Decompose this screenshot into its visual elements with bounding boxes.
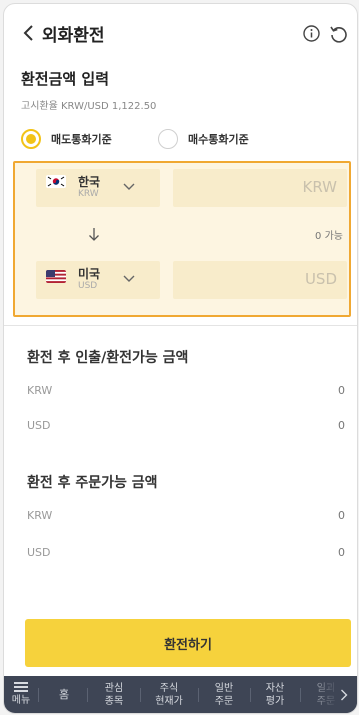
phone-frame: 외화환전 환전금액 입력 고시환율 KRW/USD 1,122.50 매도통화기…: [3, 3, 358, 714]
row-value: 0: [338, 419, 345, 432]
tab-separator: [38, 688, 39, 702]
page-title: 외화환전: [42, 26, 105, 46]
exchange-rate-label: 고시환율 KRW/USD 1,122.50: [21, 101, 157, 112]
tab-label-line1: 주식: [159, 682, 179, 694]
order-row-krw: KRW 0: [27, 509, 345, 529]
radio-buy-basis[interactable]: 매수통화기준: [158, 127, 249, 151]
order-row-usd: USD 0: [27, 546, 345, 566]
tab-home-label: 홈: [58, 688, 70, 701]
korea-flag-icon: [46, 175, 66, 188]
tab-label-line1: 자산: [265, 682, 285, 694]
to-currency-select[interactable]: 미국 USD: [36, 261, 160, 299]
row-value: 0: [338, 384, 345, 397]
chevron-down-icon: [123, 275, 135, 282]
tab-label-line2: 종목: [104, 695, 124, 707]
from-currency-code: KRW: [78, 189, 99, 199]
tab-menu-label: 메뉴: [11, 695, 31, 706]
chevron-down-icon: [123, 183, 135, 190]
from-amount-input[interactable]: KRW: [173, 169, 347, 207]
radio-selected-indicator: [21, 129, 41, 149]
to-currency-code: USD: [78, 281, 98, 291]
tab-separator: [87, 688, 88, 702]
chevron-right-icon[interactable]: [340, 689, 348, 701]
tab-asset-eval[interactable]: 자산 평가: [254, 676, 296, 713]
basis-radio-group: 매도통화기준 매수통화기준: [21, 127, 341, 151]
to-currency-name: 미국: [78, 267, 101, 281]
tab-label-line2: 주문: [214, 695, 234, 707]
withdraw-row-krw: KRW 0: [27, 384, 345, 404]
tab-menu[interactable]: 메뉴: [8, 676, 34, 713]
tab-scroll-fade: [300, 676, 357, 713]
to-amount-input[interactable]: USD: [173, 261, 347, 299]
row-value: 0: [338, 546, 345, 559]
tab-watchlist[interactable]: 관심 종목: [92, 676, 136, 713]
tab-label-line2: 평가: [265, 695, 285, 707]
header: 외화환전: [4, 4, 357, 62]
tab-label-line2: 현재가: [155, 695, 183, 707]
available-amount: 0 가능: [315, 231, 343, 242]
info-icon[interactable]: [303, 25, 320, 42]
section-divider: [4, 325, 357, 326]
row-currency: KRW: [27, 509, 53, 522]
tab-general-order[interactable]: 일반 주문: [202, 676, 246, 713]
tab-label-line1: 일반: [214, 682, 234, 694]
tab-label-line1: 관심: [104, 682, 124, 694]
tab-home[interactable]: 홈: [44, 676, 84, 713]
from-currency-select[interactable]: 한국 KRW: [36, 169, 160, 207]
to-amount-placeholder: USD: [304, 270, 337, 288]
usa-flag-icon: [46, 270, 66, 283]
radio-unselected-indicator: [158, 129, 178, 149]
radio-sell-label: 매도통화기준: [51, 133, 112, 146]
exchange-input-box: 한국 KRW KRW 0 가능 미국 USD USD: [13, 161, 351, 317]
radio-sell-basis[interactable]: 매도통화기준: [21, 127, 112, 151]
withdraw-row-usd: USD 0: [27, 419, 345, 439]
order-group-title: 환전 후 주문가능 금액: [27, 475, 158, 491]
hamburger-menu-icon: [14, 682, 28, 692]
row-currency: USD: [27, 546, 51, 559]
radio-buy-label: 매수통화기준: [188, 133, 249, 146]
bottom-tab-bar: 메뉴 홈 관심 종목 주식 현재가 일반 주문 자산 평가 일괴 주문: [4, 676, 357, 713]
tab-separator: [250, 688, 251, 702]
exchange-submit-button[interactable]: 환전하기: [25, 619, 351, 667]
arrow-down-icon: [89, 228, 99, 241]
row-currency: KRW: [27, 384, 53, 397]
from-currency-name: 한국: [78, 175, 101, 189]
refresh-icon[interactable]: [329, 24, 348, 43]
tab-separator: [140, 688, 141, 702]
tab-stock-price[interactable]: 주식 현재가: [144, 676, 194, 713]
row-value: 0: [338, 509, 345, 522]
chevron-left-icon[interactable]: [20, 22, 40, 44]
tab-separator: [198, 688, 199, 702]
withdraw-group-title: 환전 후 인출/환전가능 금액: [27, 350, 189, 366]
from-amount-placeholder: KRW: [302, 178, 337, 196]
row-currency: USD: [27, 419, 51, 432]
section-title: 환전금액 입력: [21, 70, 110, 88]
